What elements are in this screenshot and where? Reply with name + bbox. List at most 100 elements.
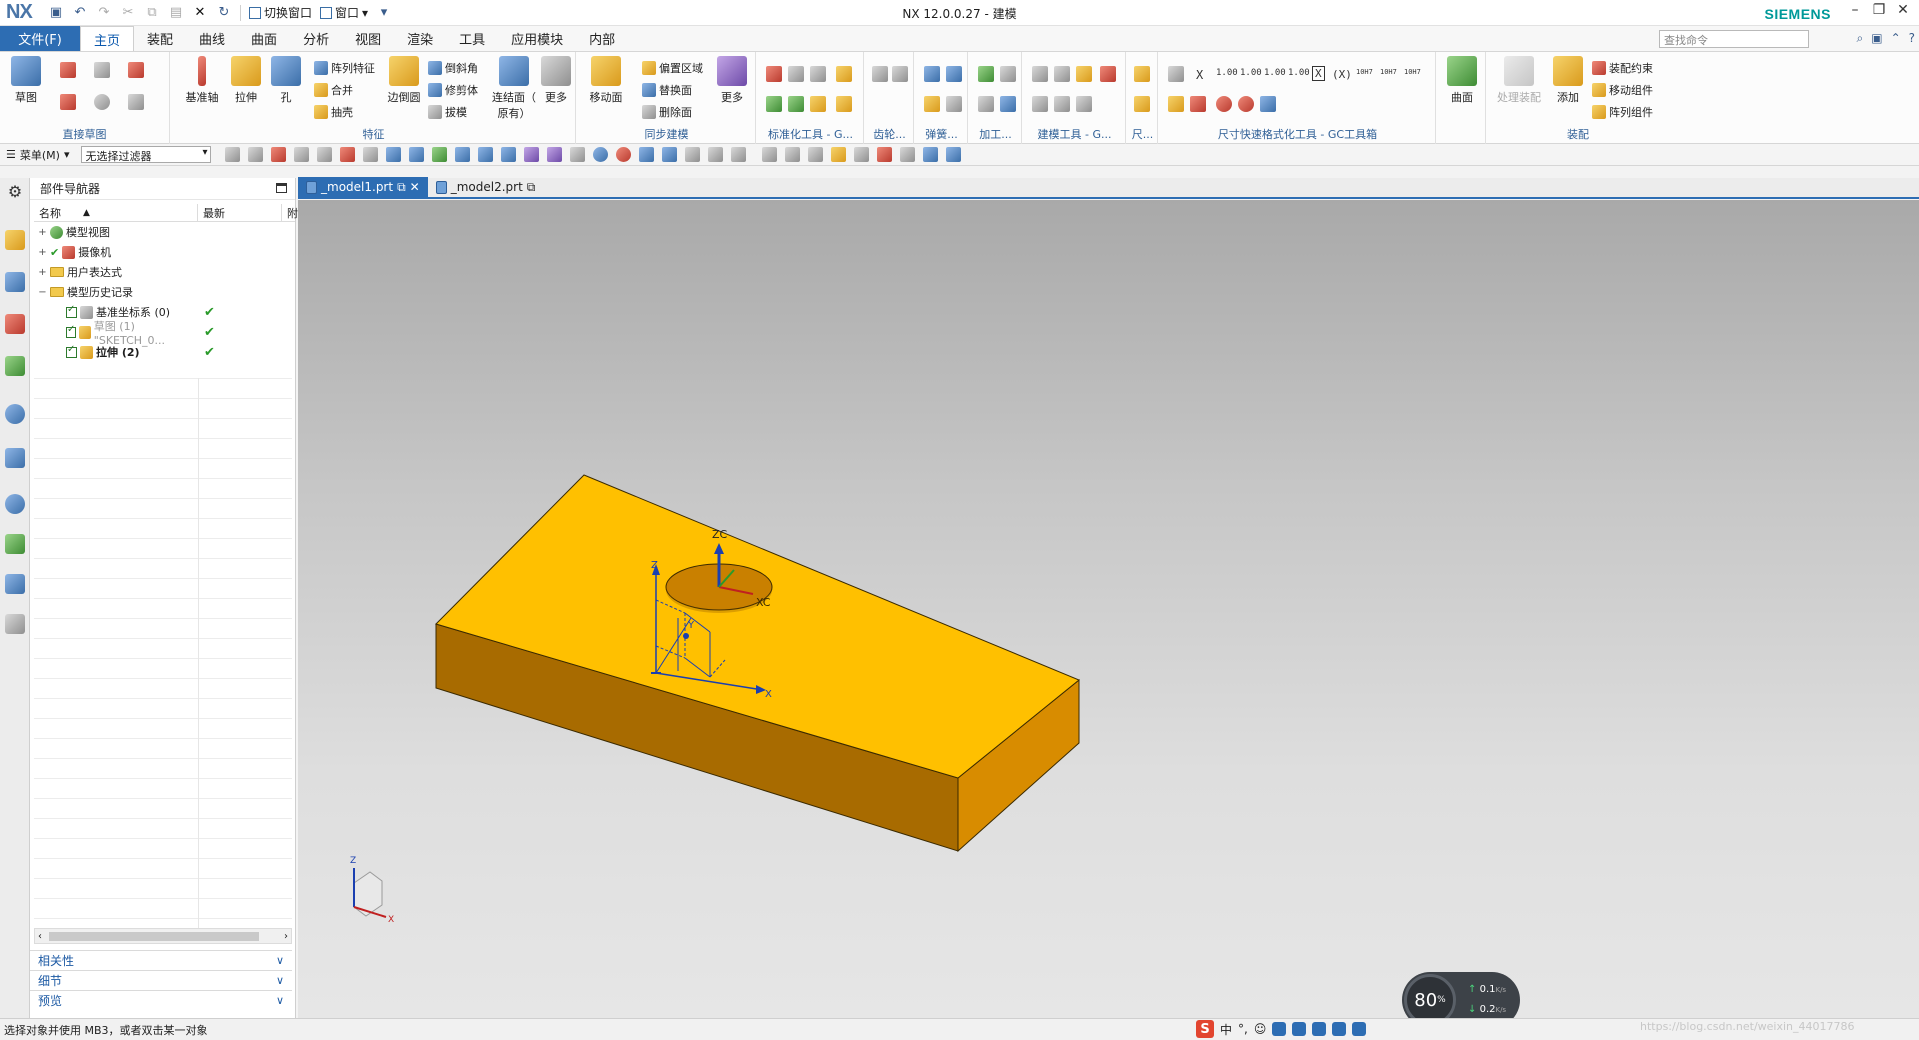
- dimension-tolerance-1[interactable]: 1.00: [1216, 68, 1238, 78]
- snap-point-icon[interactable]: [662, 147, 678, 162]
- dimension-fit-2[interactable]: 10H7: [1380, 68, 1397, 76]
- dimension-fit-3[interactable]: 10H7: [1404, 68, 1421, 76]
- unite-button[interactable]: 合并: [314, 82, 353, 98]
- dimension-tool-icon[interactable]: [1134, 96, 1150, 112]
- dimension-fit-1[interactable]: 10H7: [1356, 68, 1373, 76]
- toolbox-icon[interactable]: [1312, 1022, 1327, 1036]
- rectangle-icon[interactable]: [94, 62, 110, 78]
- view-tool-icon[interactable]: [923, 147, 939, 162]
- dimension-format-icon[interactable]: [1168, 66, 1184, 82]
- chamfer-button[interactable]: 倒斜角: [428, 60, 478, 76]
- dimension-paren-x[interactable]: (X): [1332, 68, 1352, 81]
- modeling-tool-icon[interactable]: [1100, 66, 1116, 82]
- keyboard-icon[interactable]: [1292, 1022, 1307, 1036]
- scroll-left-icon[interactable]: ‹: [38, 931, 42, 942]
- draft-button[interactable]: 拔模: [428, 104, 467, 120]
- graphics-window[interactable]: ZC XC Z Y X Z X: [298, 200, 1919, 1018]
- tab-analysis[interactable]: 分析: [290, 26, 342, 51]
- detach-icon[interactable]: ⧉: [397, 180, 406, 195]
- expand-icon[interactable]: +: [38, 227, 47, 238]
- skin-icon[interactable]: [1332, 1022, 1347, 1036]
- expand-icon[interactable]: +: [38, 247, 47, 258]
- snap-point-icon[interactable]: [708, 147, 724, 162]
- maximize-icon[interactable]: [276, 183, 287, 193]
- view-tool-icon[interactable]: [877, 147, 893, 162]
- navigator-horizontal-scrollbar[interactable]: ‹ ›: [34, 928, 292, 944]
- selection-tool-icon[interactable]: [386, 147, 402, 162]
- machining-tool-icon[interactable]: [978, 96, 994, 112]
- panel-dependencies[interactable]: 相关性 ∨: [30, 950, 292, 970]
- dimension-format-icon[interactable]: [1260, 96, 1276, 112]
- dimension-tolerance-3[interactable]: 1.00: [1264, 68, 1286, 78]
- gear-tool-icon[interactable]: [872, 66, 888, 82]
- tab-model1[interactable]: _model1.prt ⧉ ✕: [298, 177, 428, 197]
- redo-icon[interactable]: ↷: [95, 4, 113, 22]
- machining-tool-icon[interactable]: [978, 66, 994, 82]
- snap-point-icon[interactable]: [685, 147, 701, 162]
- customize-quick-access-icon[interactable]: ▾: [375, 4, 393, 22]
- snap-point-icon[interactable]: [616, 147, 632, 162]
- column-extra[interactable]: 附: [282, 204, 298, 221]
- panel-preview[interactable]: 预览 ∨: [30, 990, 292, 1010]
- sketch-button[interactable]: 草图: [6, 56, 46, 105]
- tree-node-cameras[interactable]: + ✔ 摄像机: [34, 242, 295, 262]
- view-tool-icon[interactable]: [785, 147, 801, 162]
- point-icon[interactable]: [128, 94, 144, 110]
- switch-window-button[interactable]: 切换窗口: [249, 4, 312, 21]
- modeling-tool-icon[interactable]: [1076, 66, 1092, 82]
- move-face-button[interactable]: 移动面: [586, 56, 626, 105]
- emoji-icon[interactable]: ☺: [1254, 1022, 1267, 1036]
- tool-icon[interactable]: [810, 66, 826, 82]
- snap-point-icon[interactable]: [501, 147, 517, 162]
- tab-surface[interactable]: 曲面: [238, 26, 290, 51]
- dimension-format-icon[interactable]: [1190, 96, 1206, 112]
- snap-point-icon[interactable]: [478, 147, 494, 162]
- undo-icon[interactable]: ↶: [71, 4, 89, 22]
- close-button[interactable]: ✕: [1891, 2, 1915, 18]
- dimension-format-icon[interactable]: [1168, 96, 1184, 112]
- replace-face-button[interactable]: 替换面: [642, 82, 692, 98]
- tree-node-model-views[interactable]: + 模型视图: [34, 222, 295, 242]
- pattern-component-button[interactable]: 阵列组件: [1592, 104, 1653, 120]
- command-search-input[interactable]: 查找命令: [1659, 30, 1809, 48]
- settings-gear-icon[interactable]: ⚙: [5, 182, 25, 202]
- visibility-checkbox[interactable]: [66, 324, 77, 338]
- main-menu-button[interactable]: ☰ 菜单(M) ▾: [0, 147, 75, 163]
- spring-tool-icon[interactable]: [946, 66, 962, 82]
- column-name[interactable]: 名称 ▲: [34, 204, 198, 221]
- scroll-thumb[interactable]: [49, 932, 259, 941]
- sync-more-button[interactable]: 更多: [712, 56, 752, 105]
- snap-point-icon[interactable]: [593, 147, 609, 162]
- punctuation-icon[interactable]: °,: [1238, 1022, 1248, 1036]
- grid-menu-icon[interactable]: [1352, 1022, 1367, 1036]
- selection-tool-icon[interactable]: [409, 147, 425, 162]
- arc-icon[interactable]: [60, 94, 76, 110]
- tree-node-model-history[interactable]: − 模型历史记录: [34, 282, 295, 302]
- collapse-icon[interactable]: −: [38, 287, 47, 298]
- trim-body-button[interactable]: 修剪体: [428, 82, 478, 98]
- tool-icon[interactable]: [788, 96, 804, 112]
- circle-icon[interactable]: [94, 94, 110, 110]
- move-component-button[interactable]: 移动组件: [1592, 82, 1653, 98]
- snap-point-icon[interactable]: [731, 147, 747, 162]
- history-icon[interactable]: [5, 448, 25, 468]
- dimension-tool-icon[interactable]: [1134, 66, 1150, 82]
- part-navigator-icon[interactable]: [5, 314, 25, 334]
- hole-button[interactable]: 孔: [266, 56, 306, 105]
- view-tool-icon[interactable]: [900, 147, 916, 162]
- offset-region-button[interactable]: 偏置区域: [642, 60, 703, 76]
- copy-icon[interactable]: ⧉: [143, 4, 161, 22]
- ribbon-display-icon[interactable]: ▣: [1871, 31, 1882, 46]
- tab-tools[interactable]: 工具: [446, 26, 498, 51]
- column-latest[interactable]: 最新: [198, 204, 282, 221]
- modeling-tool-icon[interactable]: [1054, 96, 1070, 112]
- process-studio-icon[interactable]: [5, 534, 25, 554]
- machining-tool-icon[interactable]: [1000, 96, 1016, 112]
- voice-icon[interactable]: [1272, 1022, 1287, 1036]
- detach-icon[interactable]: ⧉: [527, 180, 536, 195]
- selection-tool-icon[interactable]: [294, 147, 310, 162]
- extrude-button[interactable]: 拉伸: [226, 56, 266, 105]
- tree-node-sketch[interactable]: 草图 (1) "SKETCH_0... ✔: [34, 320, 295, 347]
- repeat-command-icon[interactable]: ↻: [215, 4, 233, 22]
- line-icon[interactable]: [128, 62, 144, 78]
